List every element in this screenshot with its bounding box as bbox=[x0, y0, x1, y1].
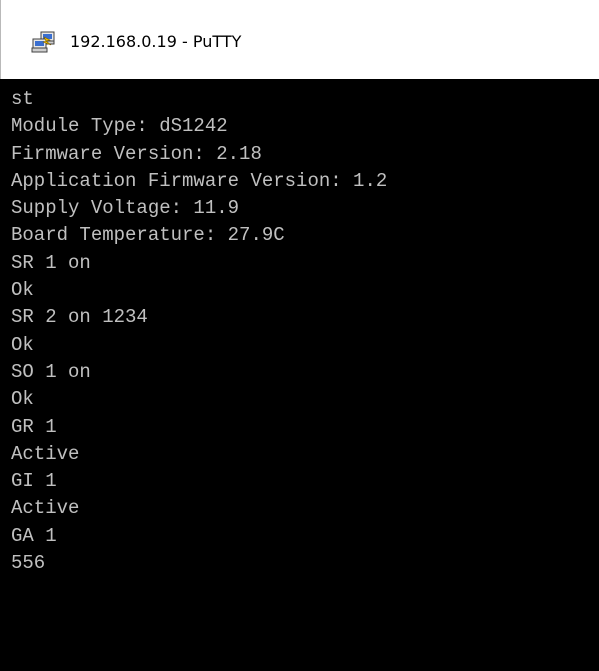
title-bar[interactable]: 192.168.0.19 - PuTTY bbox=[0, 0, 599, 79]
terminal-line: Ok bbox=[11, 333, 34, 356]
terminal-line: Active bbox=[11, 497, 80, 520]
terminal-line: Supply Voltage: 11.9 bbox=[11, 197, 240, 220]
putty-window: 192.168.0.19 - PuTTY st Module Type: dS12… bbox=[0, 0, 599, 671]
terminal-line: SR 2 on 1234 bbox=[11, 306, 148, 329]
terminal-line: Ok bbox=[11, 279, 34, 302]
terminal-line: Board Temperature: 27.9C bbox=[11, 224, 285, 247]
putty-icon bbox=[31, 31, 57, 53]
terminal-line: Active bbox=[11, 442, 80, 465]
terminal-line: Module Type: dS1242 bbox=[11, 115, 228, 138]
terminal-line: SR 1 on bbox=[11, 251, 91, 274]
terminal-line: GR 1 bbox=[11, 415, 57, 438]
terminal-output[interactable]: st Module Type: dS1242 Firmware Version: 2… bbox=[0, 79, 599, 671]
terminal-lines: st Module Type: dS1242 Firmware Version: 2… bbox=[11, 86, 387, 577]
window-title: 192.168.0.19 - PuTTY bbox=[70, 32, 242, 51]
terminal-line: 556 bbox=[11, 552, 46, 575]
terminal-line: Ok bbox=[11, 388, 34, 411]
terminal-line: st bbox=[11, 88, 34, 110]
terminal-line: Firmware Version: 2.18 bbox=[11, 142, 262, 165]
terminal-line: Application Firmware Version: 1.2 bbox=[11, 169, 388, 192]
terminal-line: GI 1 bbox=[11, 470, 57, 493]
terminal-line: SO 1 on bbox=[11, 360, 91, 383]
terminal-line: GA 1 bbox=[11, 524, 57, 547]
